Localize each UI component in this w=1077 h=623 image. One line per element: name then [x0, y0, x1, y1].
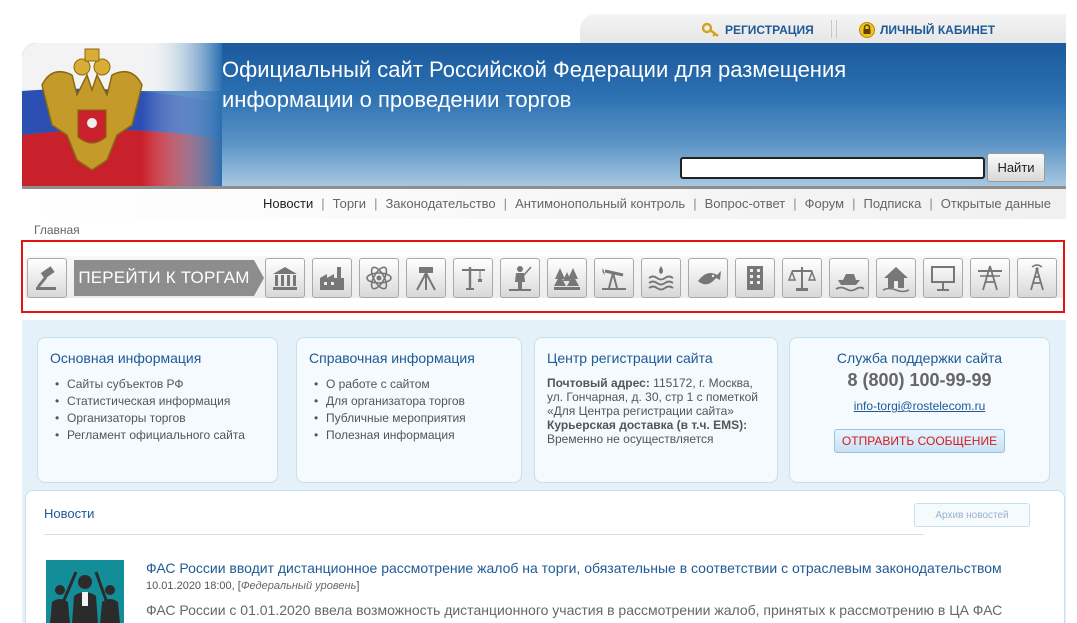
justice-scales-icon[interactable]	[782, 258, 822, 298]
billboard-icon[interactable]	[923, 258, 963, 298]
tower-crane-icon[interactable]	[453, 258, 493, 298]
surveyor-tripod-icon[interactable]	[406, 258, 446, 298]
forest-icon[interactable]	[547, 258, 587, 298]
apartment-building-icon[interactable]	[735, 258, 775, 298]
support-phone: 8 (800) 100-99-99	[847, 370, 992, 390]
main-info-link[interactable]: Регламент официального сайта	[67, 428, 245, 442]
news-item-text: ФАС России с 01.01.2020 ввела возможност…	[146, 602, 1003, 618]
news-item-title[interactable]: ФАС России вводит дистанционное рассмотр…	[146, 560, 1002, 576]
reference-info-title[interactable]: Справочная информация	[309, 350, 509, 366]
key-icon	[702, 22, 719, 37]
postal-address-line3: «Для Центра регистрации сайта»	[547, 404, 734, 418]
hunter-icon[interactable]	[500, 258, 540, 298]
main-nav: Новости | Торги | Законодательство | Антимо…	[263, 196, 1051, 211]
main-info-link[interactable]: Организаторы торгов	[67, 411, 186, 425]
breadcrumb[interactable]: Главная	[34, 223, 80, 237]
news-thumbnail[interactable]	[46, 560, 124, 623]
list-item: Сайты субъектов РФ	[50, 376, 265, 393]
nav-separator: |	[929, 196, 933, 211]
radio-tower-icon[interactable]	[1017, 258, 1057, 298]
list-item: Публичные мероприятия	[309, 410, 509, 427]
factory-icon[interactable]	[312, 258, 352, 298]
nav-news[interactable]: Новости	[263, 196, 313, 211]
news-section-title: Новости	[44, 506, 95, 521]
site-title: Официальный сайт Российской Федерации дл…	[222, 55, 962, 115]
reference-info-link[interactable]: О работе с сайтом	[326, 377, 430, 391]
topbar-divider	[831, 20, 837, 38]
reference-info-link[interactable]: Полезная информация	[326, 428, 455, 442]
nav-trades[interactable]: Торги	[333, 196, 366, 211]
postal-address-line1: 115172, г. Москва,	[649, 376, 753, 390]
news-section: Новости Архив новостей ФАС России вводит…	[25, 490, 1065, 623]
site-header: Официальный сайт Российской Федерации дл…	[22, 43, 1066, 186]
support-title: Служба поддержки сайта	[836, 350, 1003, 366]
goto-trades-button[interactable]: ПЕРЕЙТИ К ТОРГАМ	[74, 260, 254, 296]
nav-subscription[interactable]: Подписка	[864, 196, 922, 211]
cabinet-link[interactable]: ЛИЧНЫЙ КАБИНЕТ	[859, 22, 995, 38]
power-line-icon[interactable]	[970, 258, 1010, 298]
news-item-date-end: ]	[356, 580, 360, 592]
nav-separator: |	[503, 196, 508, 211]
nav-separator: |	[321, 196, 325, 211]
news-item-level: Федеральный уровень	[240, 580, 357, 592]
support-email[interactable]: info-torgi@rostelecom.ru	[854, 399, 986, 413]
main-info-link[interactable]: Статистическая информация	[67, 394, 230, 408]
reference-info-link[interactable]: Для организатора торгов	[326, 394, 465, 408]
news-archive-button[interactable]: Архив новостей	[914, 503, 1030, 527]
main-info-title[interactable]: Основная информация	[50, 350, 265, 366]
list-item: Статистическая информация	[50, 393, 265, 410]
atom-icon[interactable]	[359, 258, 399, 298]
send-message-button[interactable]: ОТПРАВИТЬ СООБЩЕНИЕ	[833, 429, 1006, 453]
reference-info-card: Справочная информация О работе с сайтом …	[296, 337, 522, 483]
category-toolbar: ПЕРЕЙТИ К ТОРГАМ	[21, 240, 1065, 313]
list-item: О работе с сайтом	[309, 376, 509, 393]
nav-forum[interactable]: Форум	[805, 196, 845, 211]
goto-arrow	[254, 260, 264, 296]
list-item: Для организатора торгов	[309, 393, 509, 410]
nav-separator: |	[793, 196, 797, 211]
cabinet-label: ЛИЧНЫЙ КАБИНЕТ	[880, 23, 996, 37]
nav-separator: |	[693, 196, 697, 211]
nav-faq[interactable]: Вопрос-ответ	[705, 196, 786, 211]
registration-center-card: Центр регистрации сайта Почтовый адрес: …	[534, 337, 778, 483]
site-title-line2: информации о проведении торгов	[222, 87, 572, 112]
gavel-icon[interactable]	[27, 258, 67, 298]
nav-separator: |	[852, 196, 856, 211]
coat-of-arms-logo	[22, 43, 222, 186]
house-icon[interactable]	[876, 258, 916, 298]
user-bar: РЕГИСТРАЦИЯ ЛИЧНЫЙ КАБИНЕТ	[580, 14, 1066, 44]
courier-label: Курьерская доставка (в т.ч. EMS):	[547, 418, 748, 432]
main-info-link[interactable]: Сайты субъектов РФ	[67, 377, 184, 391]
register-link[interactable]: РЕГИСТРАЦИЯ	[702, 22, 814, 38]
news-divider	[44, 534, 924, 535]
registration-center-title: Центр регистрации сайта	[547, 350, 713, 366]
boat-icon[interactable]	[829, 258, 869, 298]
postal-address-line2: ул. Гончарная, д. 30, стр 1 с пометкой	[547, 390, 758, 404]
postal-address-label: Почтовый адрес:	[547, 376, 650, 390]
list-item: Регламент официального сайта	[50, 427, 265, 444]
search-button[interactable]: Найти	[987, 153, 1045, 182]
list-item: Организаторы торгов	[50, 410, 265, 427]
news-item-date: 10.01.2020 18:00, [	[146, 580, 241, 592]
site-title-line1: Официальный сайт Российской Федерации дл…	[222, 57, 847, 82]
courier-value: Временно не осуществляется	[547, 432, 714, 446]
support-card: Служба поддержки сайта 8 (800) 100-99-99…	[789, 337, 1050, 483]
news-item-meta: 10.01.2020 18:00, [Федеральный уровень]	[146, 580, 359, 592]
nav-antimonopoly[interactable]: Антимонопольный контроль	[515, 196, 685, 211]
water-resources-icon[interactable]	[641, 258, 681, 298]
government-building-icon[interactable]	[265, 258, 305, 298]
oil-pump-icon[interactable]	[594, 258, 634, 298]
reference-info-link[interactable]: Публичные мероприятия	[326, 411, 466, 425]
nav-legislation[interactable]: Законодательство	[385, 196, 495, 211]
lock-icon	[859, 22, 875, 38]
search-input[interactable]	[680, 157, 985, 179]
nav-separator: |	[374, 196, 378, 211]
postal-address: Почтовый адрес: 115172, г. Москва, ул. Г…	[547, 376, 765, 446]
nav-open-data[interactable]: Открытые данные	[941, 196, 1051, 211]
register-label: РЕГИСТРАЦИЯ	[725, 23, 814, 37]
main-info-card: Основная информация Сайты субъектов РФ С…	[37, 337, 278, 483]
list-item: Полезная информация	[309, 427, 509, 444]
fish-icon[interactable]	[688, 258, 728, 298]
